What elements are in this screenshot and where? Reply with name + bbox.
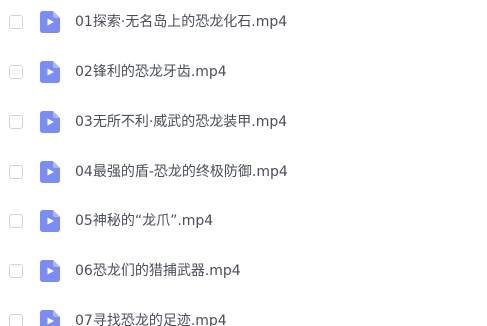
file-name: 06恐龙们的猎捕武器.mp4 xyxy=(75,263,241,279)
video-file-icon xyxy=(40,210,60,232)
list-item[interactable]: 07寻找恐龙的足迹.mp4 xyxy=(0,301,487,326)
file-name: 04最强的盾-恐龙的终极防御.mp4 xyxy=(75,164,288,180)
video-file-icon xyxy=(40,61,60,83)
video-file-icon xyxy=(40,11,60,33)
checkbox[interactable] xyxy=(9,264,23,278)
list-item[interactable]: 02锋利的恐龙牙齿.mp4 xyxy=(0,52,487,92)
file-name: 01探索·无名岛上的恐龙化石.mp4 xyxy=(75,14,288,30)
file-name: 07寻找恐龙的足迹.mp4 xyxy=(75,313,227,326)
checkbox[interactable] xyxy=(9,214,23,228)
checkbox[interactable] xyxy=(9,165,23,179)
list-item[interactable]: 05神秘的“龙爪”.mp4 xyxy=(0,201,487,241)
file-name: 03无所不利·威武的恐龙装甲.mp4 xyxy=(75,114,288,130)
list-item[interactable]: 01探索·无名岛上的恐龙化石.mp4 xyxy=(0,2,487,42)
checkbox[interactable] xyxy=(9,314,23,326)
video-file-icon xyxy=(40,111,60,133)
video-file-icon xyxy=(40,310,60,326)
list-item[interactable]: 06恐龙们的猎捕武器.mp4 xyxy=(0,251,487,291)
checkbox[interactable] xyxy=(9,65,23,79)
file-list: 01探索·无名岛上的恐龙化石.mp4 02锋利的恐龙牙齿.mp4 03无所不利·… xyxy=(0,0,487,326)
file-name: 05神秘的“龙爪”.mp4 xyxy=(75,213,214,229)
video-file-icon xyxy=(40,161,60,183)
checkbox[interactable] xyxy=(9,115,23,129)
video-file-icon xyxy=(40,260,60,282)
file-name: 02锋利的恐龙牙齿.mp4 xyxy=(75,64,227,80)
list-item[interactable]: 04最强的盾-恐龙的终极防御.mp4 xyxy=(0,152,487,192)
checkbox[interactable] xyxy=(9,15,23,29)
list-item[interactable]: 03无所不利·威武的恐龙装甲.mp4 xyxy=(0,102,487,142)
